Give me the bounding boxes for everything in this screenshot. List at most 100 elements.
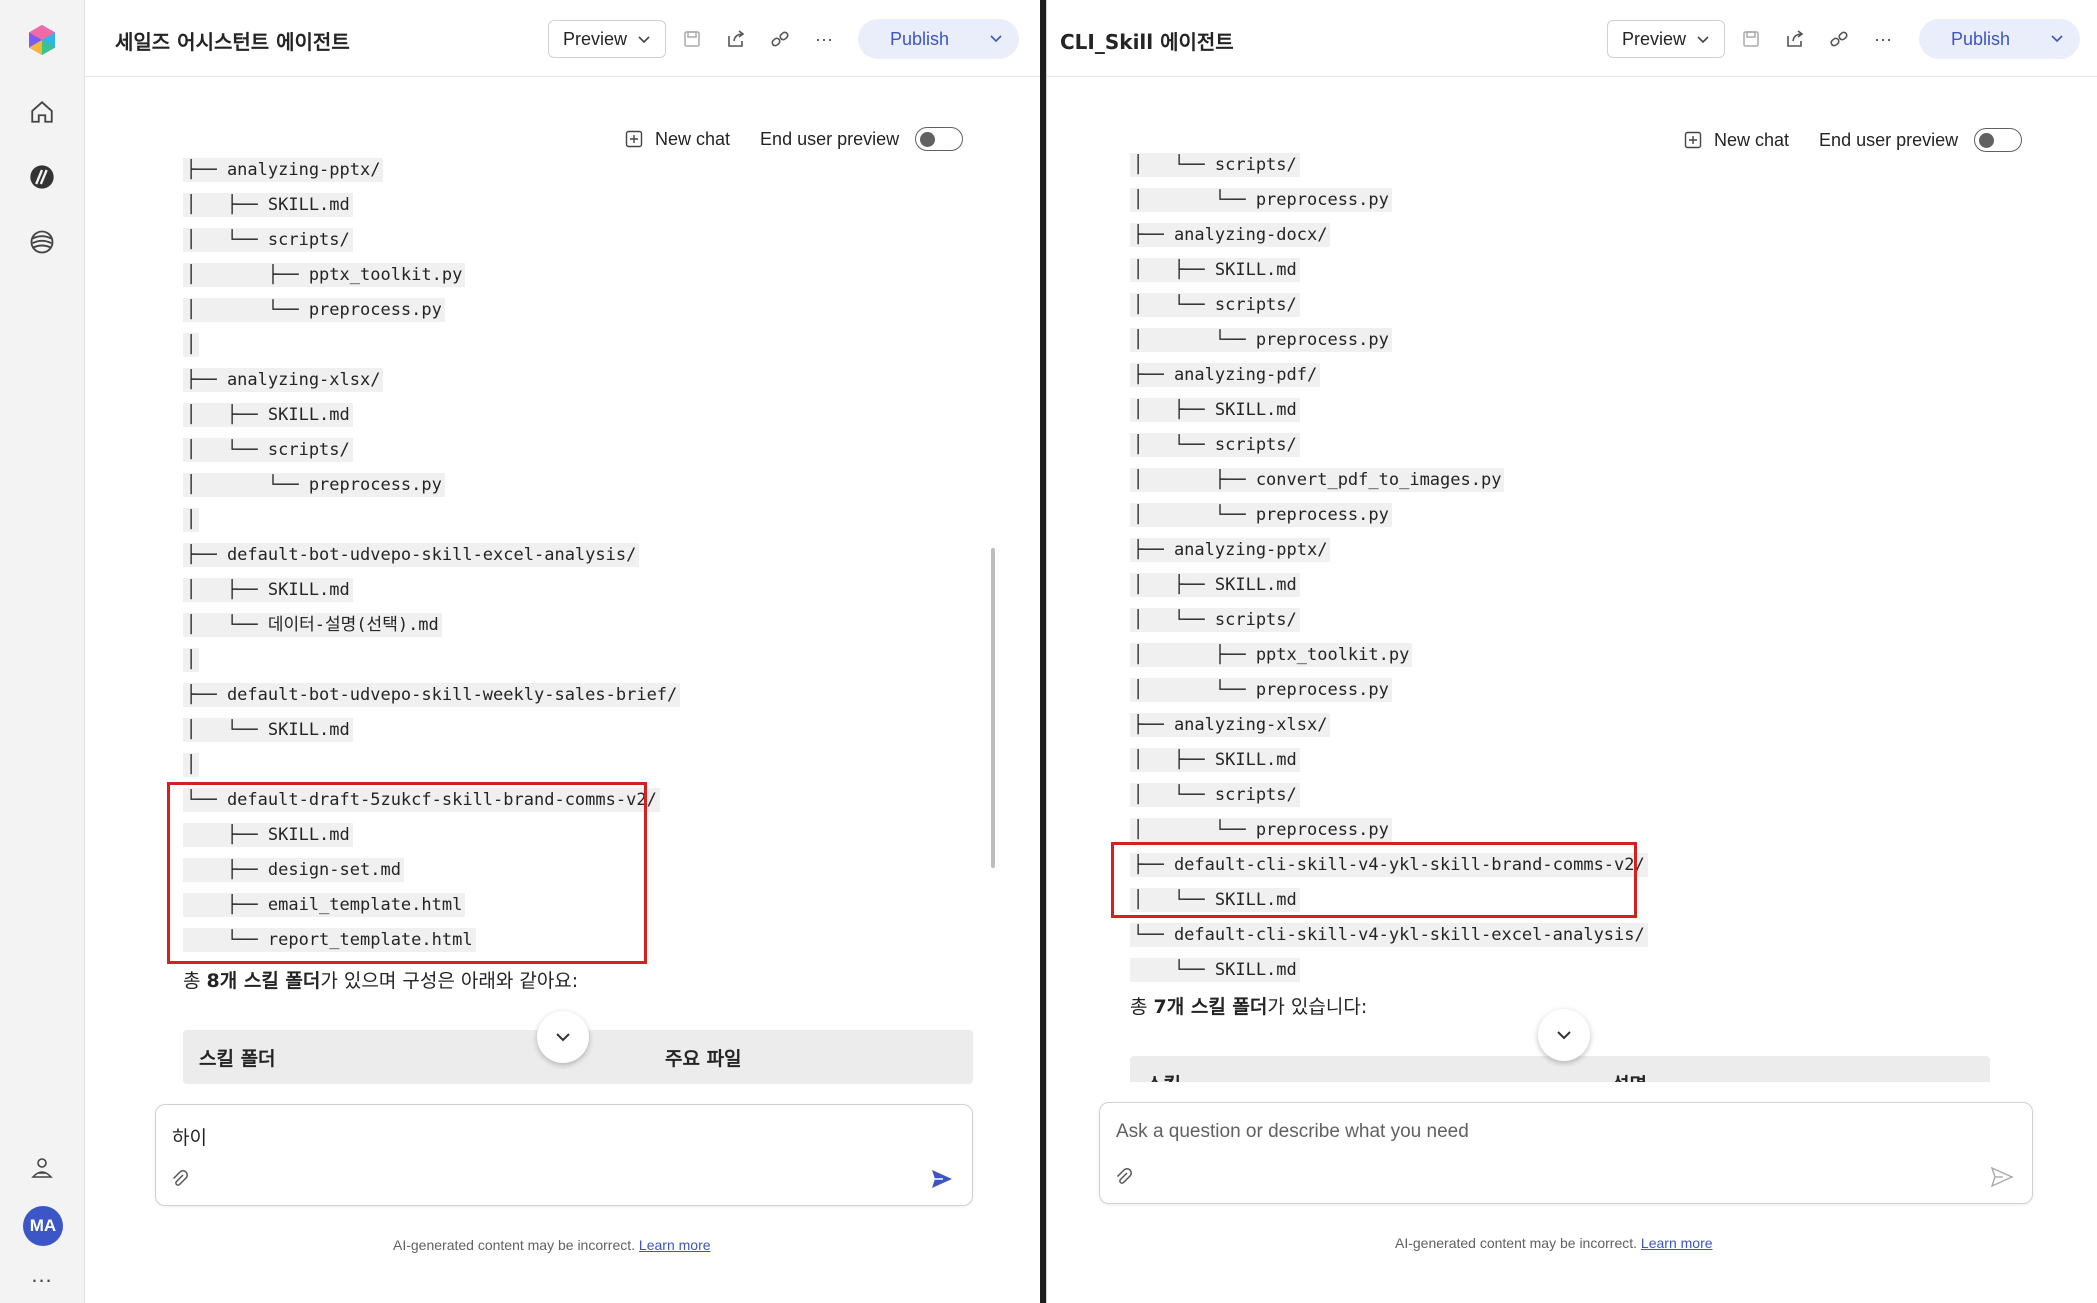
avatar[interactable]: MA	[23, 1206, 63, 1246]
publish-dropdown-chevron-icon[interactable]	[979, 29, 1019, 50]
tree-line: └── default-cli-skill-v4-ykl-skill-excel…	[1130, 920, 1648, 950]
tree-line: │ └── preprocess.py	[183, 470, 445, 500]
save-icon[interactable]	[1739, 27, 1763, 51]
chat-composer[interactable]: 하이	[155, 1104, 973, 1206]
tree-line: │ └── preprocess.py	[1130, 325, 1392, 355]
scroll-to-bottom-button[interactable]	[1538, 1009, 1590, 1061]
preview-button[interactable]: Preview	[1607, 20, 1726, 58]
vertical-scrollbar[interactable]	[991, 548, 995, 868]
tree-line: │ ├── SKILL.md	[183, 190, 353, 220]
share-icon[interactable]	[724, 27, 748, 51]
tree-line: │	[183, 645, 200, 675]
ai-disclaimer: AI-generated content may be incorrect. L…	[1395, 1235, 1713, 1251]
end-user-preview-label: End user preview	[1819, 129, 1959, 150]
message-input[interactable]: Ask a question or describe what you need	[1116, 1121, 1469, 1143]
tree-line: ├── default-bot-udvepo-skill-weekly-sale…	[183, 680, 681, 710]
chat-composer[interactable]: Ask a question or describe what you need	[1099, 1102, 2033, 1204]
tree-line: │ └── scripts/	[1130, 290, 1300, 320]
table-header-skill: 스킬	[1146, 1070, 1181, 1082]
preview-label: Preview	[563, 28, 628, 49]
learn-more-link[interactable]: Learn more	[1641, 1235, 1713, 1251]
tree-line: │ └── preprocess.py	[1130, 675, 1392, 705]
tree-line: │ ├── convert_pdf_to_images.py	[1130, 465, 1505, 495]
agents-icon[interactable]	[22, 157, 62, 197]
tree-line: │ └── preprocess.py	[1130, 815, 1392, 845]
preview-label: Preview	[1622, 28, 1687, 49]
admin-icon[interactable]	[22, 1148, 62, 1188]
summary-text: 총 8개 스킬 폴더가 있으며 구성은 아래와 같아요:	[183, 970, 579, 992]
scroll-to-bottom-button[interactable]	[537, 1011, 589, 1063]
tree-line: ├── analyzing-pptx/	[183, 155, 384, 185]
new-chat-icon[interactable]	[1684, 131, 1702, 149]
table-header-folder: 스킬 폴더	[199, 1048, 276, 1070]
left-topbar: 세일즈 어시스턴트 에이전트 Preview ··· Publish	[85, 0, 1040, 77]
tree-line: ├── default-bot-udvepo-skill-excel-analy…	[183, 540, 640, 570]
new-chat-icon[interactable]	[625, 130, 643, 148]
tree-line: │ ├── SKILL.md	[183, 575, 353, 605]
summary-text: 총 7개 스킬 폴더가 있습니다:	[1130, 996, 1368, 1018]
chat-controls: New chat End user preview	[625, 127, 964, 151]
end-user-preview-label: End user preview	[760, 128, 900, 149]
tree-line: │	[183, 330, 200, 360]
tree-line: └── SKILL.md	[1130, 955, 1300, 985]
save-icon[interactable]	[680, 27, 704, 51]
tree-line: │	[183, 505, 200, 535]
end-user-preview-toggle[interactable]	[1974, 128, 2023, 152]
tree-line: │ ├── pptx_toolkit.py	[183, 260, 466, 290]
highlight-box-brand-comms	[1111, 842, 1637, 918]
preview-button[interactable]: Preview	[548, 20, 667, 58]
new-chat-button[interactable]: New chat	[1714, 130, 1789, 151]
library-icon[interactable]	[22, 222, 62, 262]
tree-line: │ └── scripts/	[1130, 605, 1300, 635]
tree-line: │ └── scripts/	[1130, 430, 1300, 460]
tree-line: │ └── preprocess.py	[1130, 500, 1392, 530]
chevron-down-icon	[556, 1033, 570, 1042]
table-header-files: 주요 파일	[665, 1048, 742, 1070]
ai-disclaimer: AI-generated content may be incorrect. L…	[393, 1237, 711, 1253]
attach-icon[interactable]	[170, 1169, 192, 1191]
tree-line: │ ├── SKILL.md	[1130, 745, 1300, 775]
learn-more-link[interactable]: Learn more	[639, 1237, 711, 1253]
tree-line: ├── analyzing-xlsx/	[1130, 710, 1331, 740]
share-icon[interactable]	[1783, 27, 1807, 51]
chevron-down-icon	[1557, 1031, 1571, 1040]
publish-button[interactable]: Publish	[858, 19, 1020, 59]
link-icon[interactable]	[1827, 27, 1851, 51]
message-input[interactable]: 하이	[172, 1123, 207, 1150]
tree-line: │	[183, 750, 200, 780]
app-logo-icon[interactable]	[22, 20, 62, 60]
table-header-description: 설명	[1612, 1070, 1647, 1082]
tree-line: ├── analyzing-docx/	[1130, 220, 1331, 250]
tree-line: │ ├── pptx_toolkit.py	[1130, 640, 1413, 670]
new-chat-button[interactable]: New chat	[655, 129, 730, 150]
tree-line: │ └── scripts/	[183, 225, 353, 255]
tree-line: │ └── preprocess.py	[1130, 185, 1392, 215]
chevron-down-icon	[1697, 36, 1709, 44]
tree-line: │ └── scripts/	[1130, 780, 1300, 810]
tree-line: ├── analyzing-pdf/	[1130, 360, 1321, 390]
tree-line: │ ├── SKILL.md	[1130, 395, 1300, 425]
page-title: 세일즈 어시스턴트 에이전트	[115, 30, 350, 54]
tree-line: │ └── preprocess.py	[183, 295, 445, 325]
more-options-icon[interactable]: ···	[812, 27, 836, 51]
publish-dropdown-chevron-icon[interactable]	[2040, 29, 2080, 50]
send-icon[interactable]	[930, 1167, 956, 1193]
end-user-preview-toggle[interactable]	[915, 127, 964, 151]
link-icon[interactable]	[768, 27, 792, 51]
publish-label: Publish	[1951, 28, 2011, 49]
chevron-down-icon	[638, 36, 650, 44]
tree-line: │ └── scripts/	[1130, 150, 1300, 180]
tree-line: │ ├── SKILL.md	[1130, 255, 1300, 285]
attach-icon[interactable]	[1114, 1167, 1136, 1189]
send-icon[interactable]	[1990, 1165, 2016, 1191]
tree-line: │ └── 데이터-설명(선택).md	[183, 610, 442, 640]
home-icon[interactable]	[22, 92, 62, 132]
tree-line: │ └── SKILL.md	[183, 715, 353, 745]
more-icon[interactable]: ...	[22, 1255, 62, 1295]
tree-line: ├── analyzing-xlsx/	[183, 365, 384, 395]
publish-button[interactable]: Publish	[1919, 19, 2081, 59]
tree-line: │ └── scripts/	[183, 435, 353, 465]
left-agent-pane: 세일즈 어시스턴트 에이전트 Preview ··· Publish New c…	[85, 0, 1042, 1303]
more-options-icon[interactable]: ···	[1871, 27, 1895, 51]
right-topbar: CLI_Skill 에이전트 Preview ··· Publish	[1047, 0, 2097, 77]
